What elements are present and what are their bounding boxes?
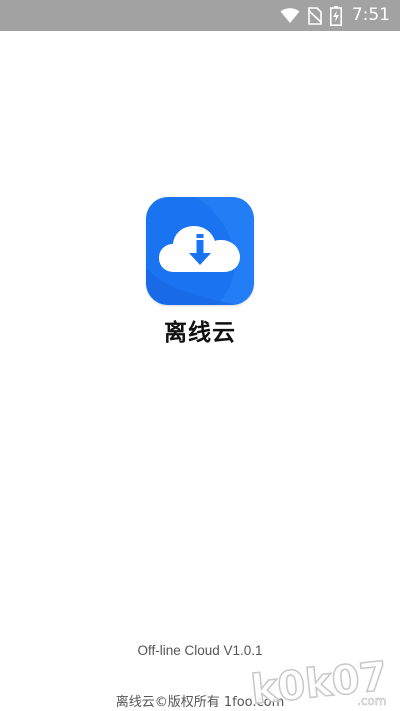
cloud-download-icon xyxy=(146,197,254,305)
wifi-icon xyxy=(280,7,300,24)
app-logo xyxy=(146,197,254,305)
svg-text:.com: .com xyxy=(357,694,386,708)
watermark-logo: k0k07 .com xyxy=(245,655,395,709)
app-name: 离线云 xyxy=(164,320,236,346)
battery-charging-icon xyxy=(329,5,342,26)
status-time: 7:51 xyxy=(351,5,390,25)
no-sim-icon xyxy=(307,6,322,25)
status-bar: 7:51 xyxy=(0,0,400,31)
status-icons: 7:51 xyxy=(280,0,390,31)
